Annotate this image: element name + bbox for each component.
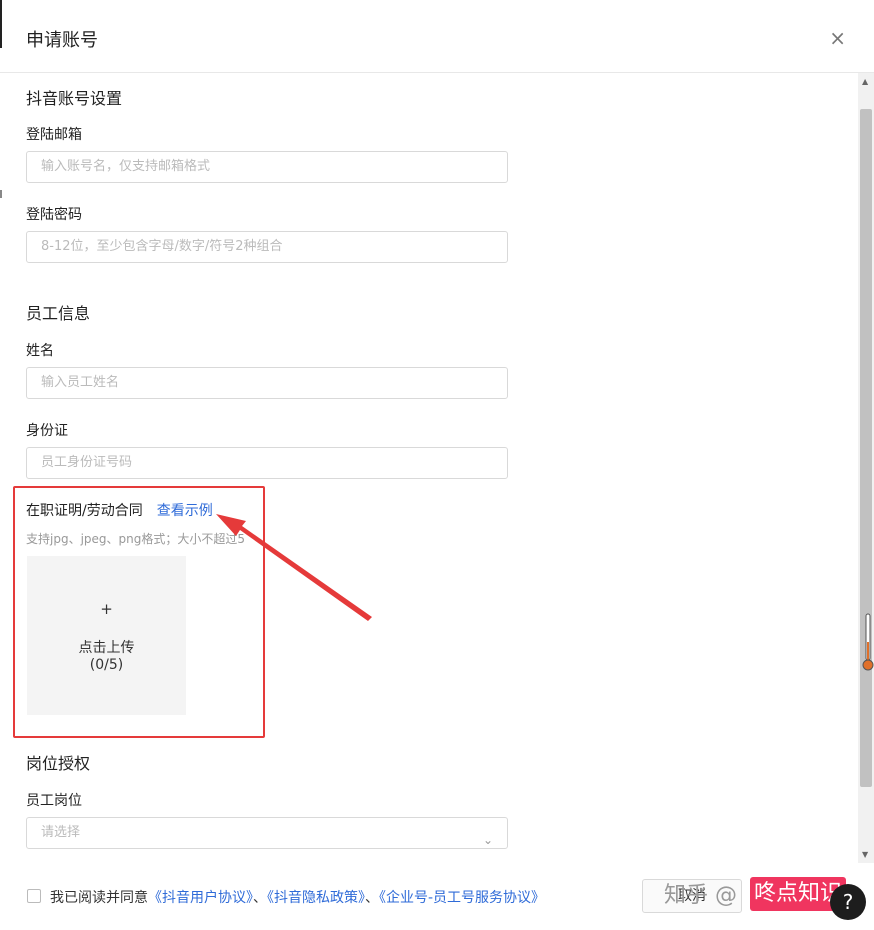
post-select-placeholder: 请选择: [41, 825, 81, 840]
scroll-down-arrow-icon[interactable]: ▼: [862, 850, 868, 859]
scrollbar-thumb[interactable]: [860, 109, 872, 787]
douyin-privacy-policy-link[interactable]: 《抖音隐私政策》: [267, 890, 365, 906]
post-select[interactable]: 请选择 ⌄: [26, 817, 508, 849]
dialog-body: 抖音账号设置 登陆邮箱 输入账号名，仅支持邮箱格式 登陆密码 8-12位，至少包…: [0, 73, 858, 863]
dialog-header: 申请账号 ×: [0, 0, 874, 73]
help-icon[interactable]: ?: [830, 884, 866, 920]
name-label: 姓名: [26, 343, 54, 359]
chevron-down-icon: ⌄: [482, 833, 493, 847]
scroll-up-arrow-icon[interactable]: ▲: [862, 77, 868, 86]
password-input[interactable]: 8-12位，至少包含字母/数字/符号2种组合: [26, 231, 508, 263]
name-input[interactable]: 输入员工姓名: [26, 367, 508, 399]
enterprise-service-agreement-link[interactable]: 《企业号-员工号服务协议》: [379, 890, 545, 906]
id-card-label: 身份证: [26, 423, 68, 439]
dialog-title: 申请账号: [26, 30, 98, 51]
annotation-highlight-box: [13, 486, 265, 738]
dialog-footer: 我已阅读并同意《抖音用户协议》、《抖音隐私政策》、《企业号-员工号服务协议》 取…: [0, 863, 874, 930]
agree-prefix: 我已阅读并同意: [50, 890, 148, 906]
id-card-input[interactable]: 员工身份证号码: [26, 447, 508, 479]
zhihu-watermark: 知乎 @: [664, 883, 737, 908]
password-label: 登陆密码: [26, 207, 82, 223]
agreement-text: 我已阅读并同意《抖音用户协议》、《抖音隐私政策》、《企业号-员工号服务协议》: [50, 887, 545, 907]
email-input[interactable]: 输入账号名，仅支持邮箱格式: [26, 151, 508, 183]
vertical-scrollbar[interactable]: ▲ ▼: [858, 73, 874, 863]
section-title-position: 岗位授权: [26, 754, 91, 773]
post-label: 员工岗位: [26, 793, 82, 809]
agreement-separator: 、: [365, 890, 379, 906]
thermometer-icon: [862, 613, 874, 671]
agree-checkbox[interactable]: [27, 889, 41, 903]
close-icon[interactable]: ×: [829, 28, 846, 48]
section-title-douyin: 抖音账号设置: [26, 89, 123, 108]
section-title-employee: 员工信息: [26, 304, 91, 323]
agreement-separator: 、: [253, 890, 267, 906]
apply-account-dialog: 申请账号 × 抖音账号设置 登陆邮箱 输入账号名，仅支持邮箱格式 登陆密码 8-…: [0, 0, 874, 930]
douyin-user-agreement-link[interactable]: 《抖音用户协议》: [148, 890, 253, 906]
email-label: 登陆邮箱: [26, 127, 82, 143]
